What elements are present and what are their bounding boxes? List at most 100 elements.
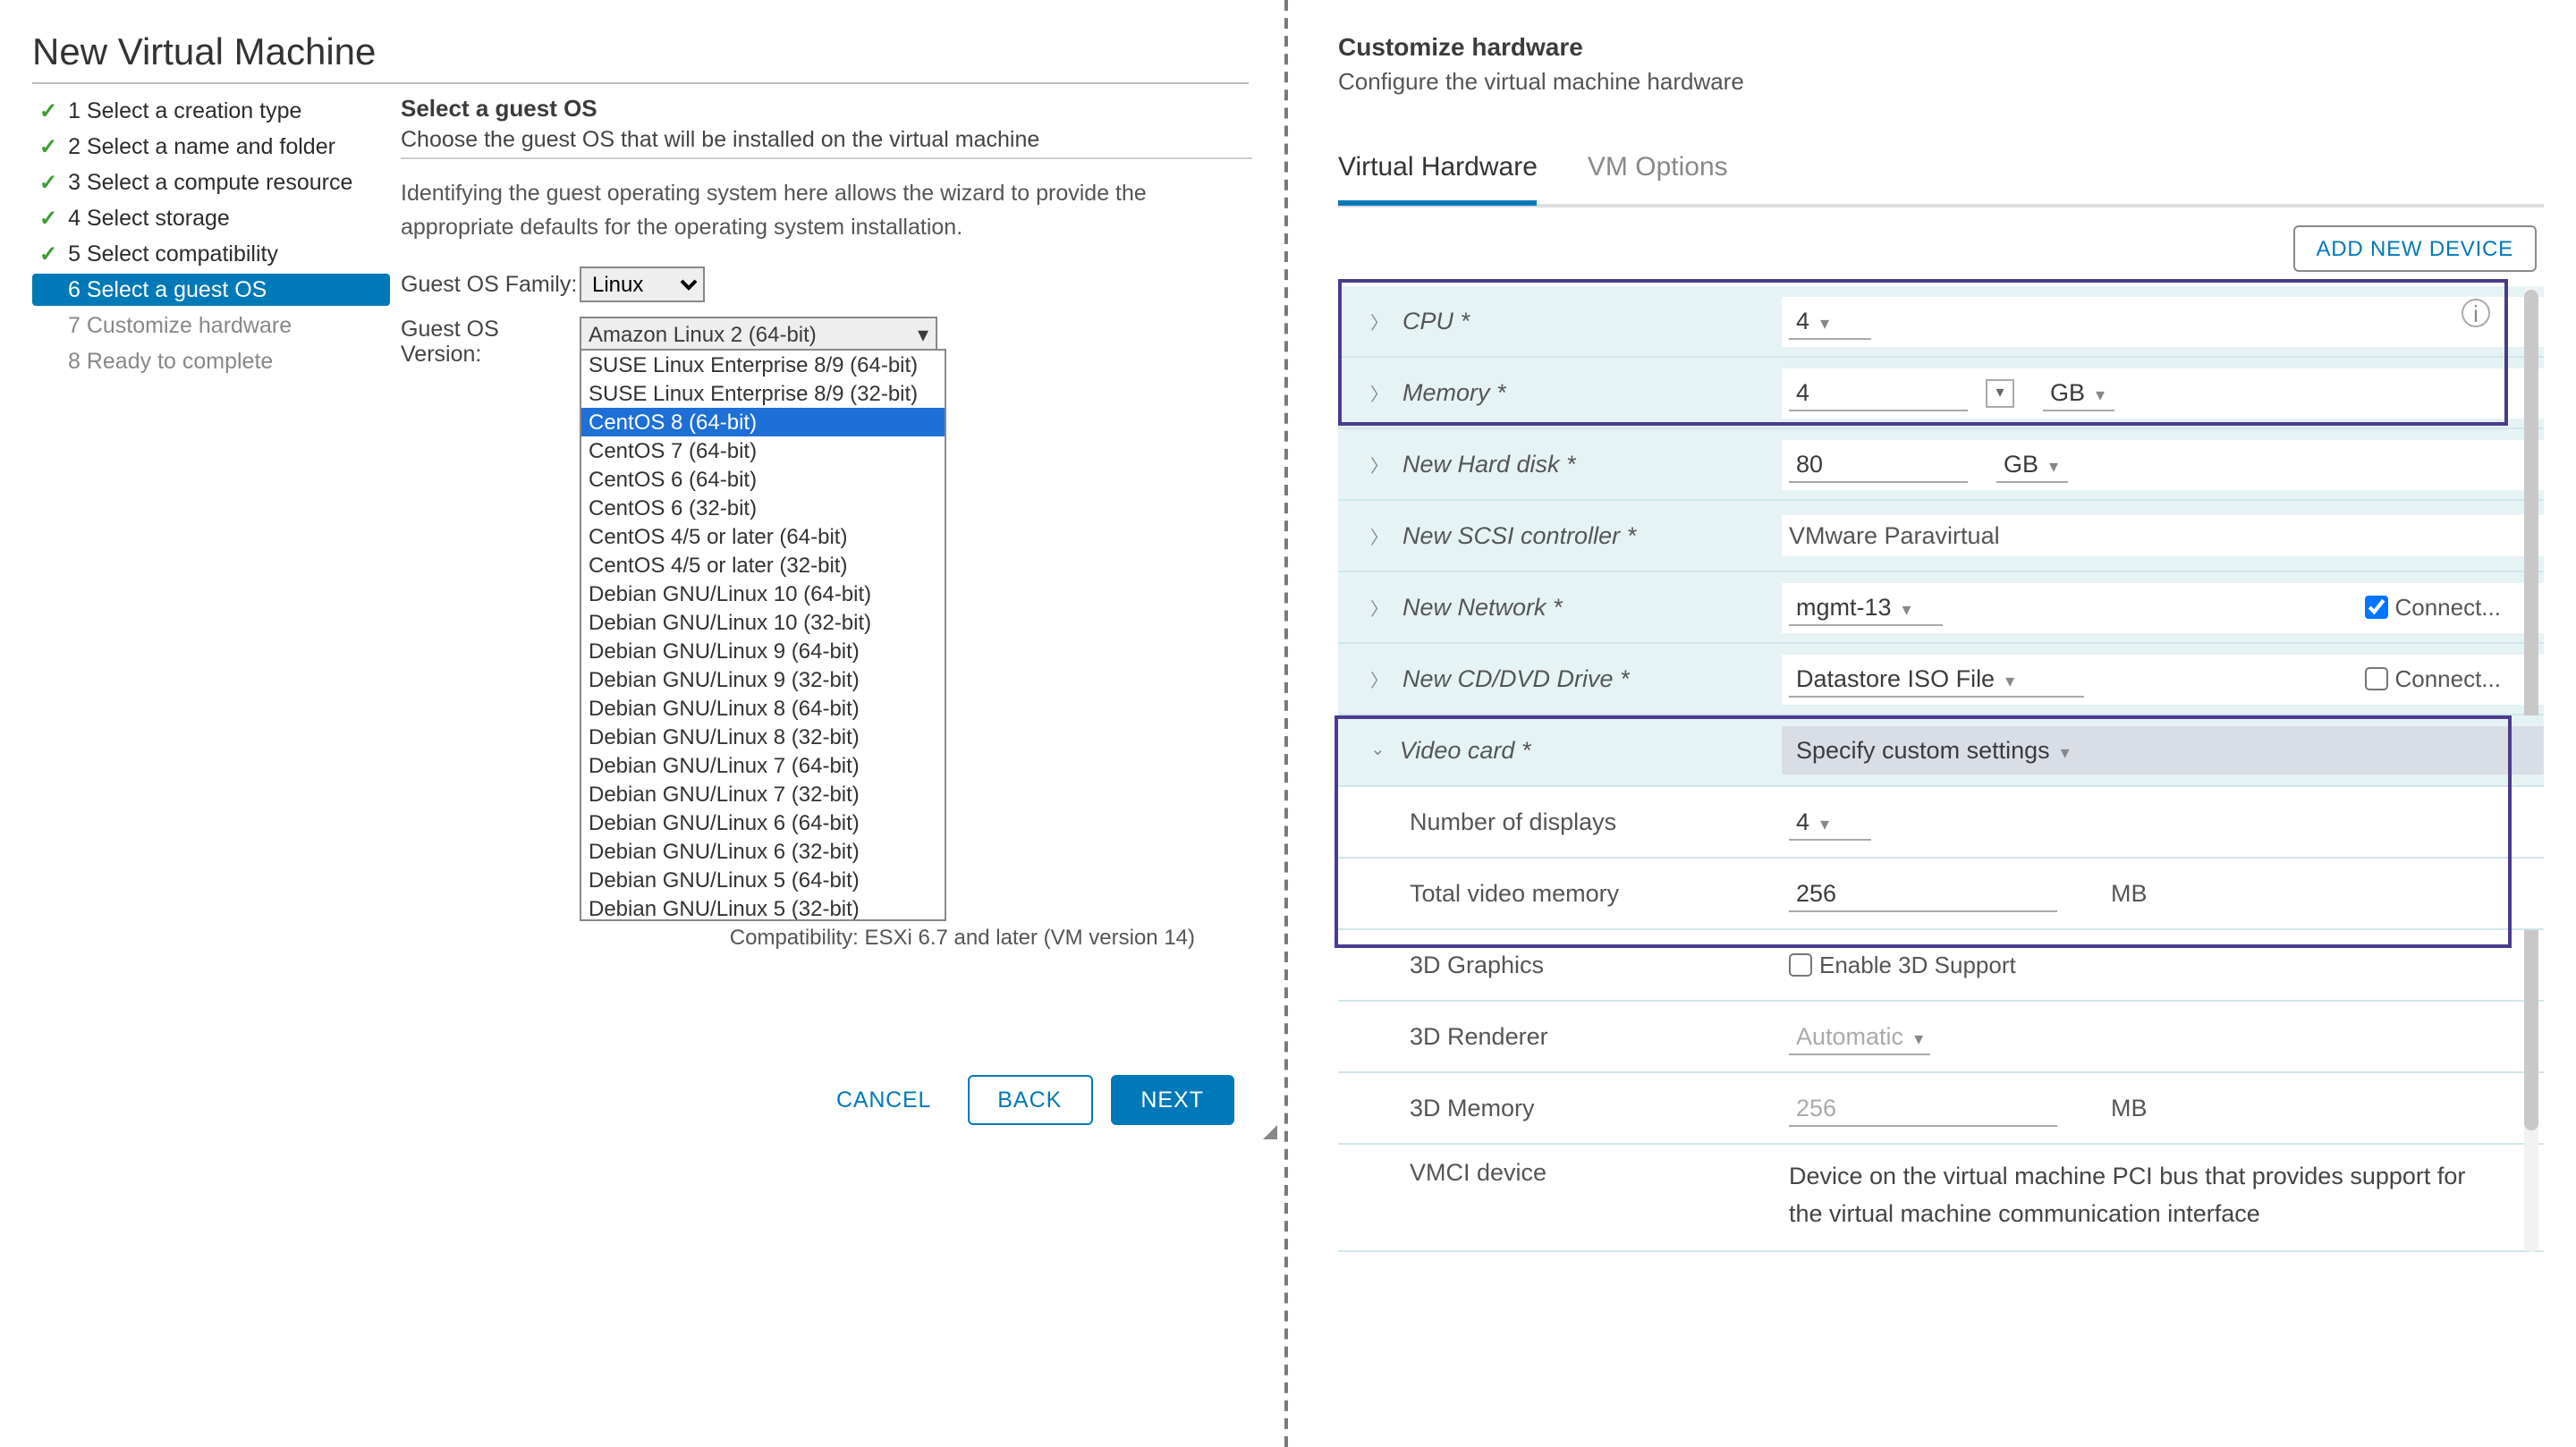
os-option[interactable]: Debian GNU/Linux 9 (64-bit)	[581, 636, 945, 664]
expand-icon[interactable]: 〉	[1370, 665, 1388, 692]
videomemory-label: Total video memory	[1410, 880, 1619, 907]
step-label: 8 Ready to complete	[68, 349, 273, 374]
wizard-title: New Virtual Machine	[32, 32, 1284, 75]
memory-input[interactable]: 4	[1789, 375, 1968, 410]
hardware-table: i 〉CPU * 4 〉Memory * 4 ▾ GB 〉New Har	[1338, 286, 2544, 1252]
scsi-label: New SCSI controller *	[1402, 522, 1636, 549]
os-option[interactable]: Debian GNU/Linux 8 (32-bit)	[581, 722, 945, 750]
tab-virtual-hardware[interactable]: Virtual Hardware	[1338, 141, 1538, 206]
wizard-content: Select a guest OS Choose the guest OS th…	[390, 95, 1284, 949]
expand-icon[interactable]: 〉	[1370, 522, 1388, 549]
check-icon: ✓	[39, 241, 57, 267]
os-option[interactable]: Debian GNU/Linux 6 (64-bit)	[581, 808, 945, 836]
step-label: 6 Select a guest OS	[68, 277, 267, 302]
os-option[interactable]: CentOS 8 (64-bit)	[581, 407, 945, 436]
row-3dmemory: 3D Memory 256 MB	[1338, 1073, 2544, 1145]
check-icon: ✓	[39, 206, 57, 231]
step-label: 5 Select compatibility	[68, 241, 278, 267]
add-new-device-button[interactable]: ADD NEW DEVICE	[2292, 225, 2537, 272]
vmci-desc: Device on the virtual machine PCI bus th…	[1789, 1152, 2537, 1241]
3dgraphics-label: 3D Graphics	[1410, 952, 1544, 978]
row-cpu: 〉CPU * 4	[1338, 286, 2544, 358]
divider	[32, 82, 1249, 84]
wizard-step-6[interactable]: 6 Select a guest OS	[32, 274, 390, 306]
videomemory-unit: MB	[2111, 880, 2148, 907]
wizard-step-2[interactable]: ✓2 Select a name and folder	[32, 131, 390, 163]
3dmemory-input[interactable]: 256	[1789, 1090, 2057, 1126]
harddisk-label: New Hard disk *	[1402, 451, 1576, 478]
resize-handle-icon[interactable]	[1263, 1125, 1277, 1139]
scsi-value: VMware Paravirtual	[1789, 522, 2000, 549]
network-select[interactable]: mgmt-13	[1789, 589, 1943, 625]
os-option[interactable]: CentOS 7 (64-bit)	[581, 436, 945, 464]
os-option[interactable]: Debian GNU/Linux 10 (64-bit)	[581, 579, 945, 607]
row-3drenderer: 3D Renderer Automatic	[1338, 1002, 2544, 1073]
row-network: 〉 New Network * mgmt-13 Connect...	[1338, 572, 2544, 644]
cancel-button[interactable]: CANCEL	[818, 1077, 949, 1123]
section-desc: Identifying the guest operating system h…	[401, 177, 1252, 244]
cddvd-connect-checkbox[interactable]: Connect...	[2364, 665, 2501, 692]
expand-icon[interactable]: 〉	[1370, 379, 1388, 406]
os-option[interactable]: Debian GNU/Linux 6 (32-bit)	[581, 836, 945, 865]
os-option[interactable]: Debian GNU/Linux 10 (32-bit)	[581, 607, 945, 636]
check-icon: ✓	[39, 170, 57, 195]
row-displays: Number of displays 4	[1338, 787, 2544, 859]
section-title: Select a guest OS	[401, 95, 1252, 122]
expand-icon[interactable]: 〉	[1370, 308, 1388, 334]
os-family-select[interactable]: Linux	[580, 266, 705, 301]
harddisk-input[interactable]: 80	[1789, 446, 1968, 482]
enable-3d-checkbox[interactable]: Enable 3D Support	[1789, 952, 2016, 978]
videocard-select[interactable]: Specify custom settings	[1789, 733, 2084, 767]
row-cddvd: 〉New CD/DVD Drive * Datastore ISO File C…	[1338, 644, 2544, 715]
memory-unit-select[interactable]: GB	[2043, 375, 2114, 410]
tabs: Virtual Hardware VM Options	[1338, 141, 2544, 206]
info-icon[interactable]: i	[2462, 299, 2490, 327]
chevron-down-icon: ▾	[918, 321, 928, 346]
displays-select[interactable]: 4	[1789, 804, 1871, 840]
os-option[interactable]: CentOS 4/5 or later (64-bit)	[581, 521, 945, 550]
os-option[interactable]: SUSE Linux Enterprise 8/9 (32-bit)	[581, 378, 945, 407]
row-videocard: ⌄ Video card * Specify custom settings	[1338, 715, 2544, 787]
os-option[interactable]: Debian GNU/Linux 5 (64-bit)	[581, 865, 945, 893]
os-version-select[interactable]: Amazon Linux 2 (64-bit) ▾	[580, 316, 937, 351]
os-option[interactable]: CentOS 4/5 or later (32-bit)	[581, 550, 945, 579]
next-button[interactable]: NEXT	[1110, 1075, 1234, 1125]
memory-stepper[interactable]: ▾	[1986, 378, 2014, 407]
expand-icon[interactable]: 〉	[1370, 451, 1388, 478]
videomemory-input[interactable]: 256	[1789, 876, 2057, 911]
wizard-step-1[interactable]: ✓1 Select a creation type	[32, 95, 390, 127]
os-option[interactable]: SUSE Linux Enterprise 8/9 (64-bit)	[581, 350, 945, 378]
step-label: 1 Select a creation type	[68, 98, 301, 123]
wizard-step-5[interactable]: ✓ 5 Select compatibility	[32, 238, 390, 270]
videocard-label: Video card *	[1400, 737, 1531, 764]
3drenderer-select[interactable]: Automatic	[1789, 1019, 1930, 1054]
customize-hardware-panel: Customize hardware Configure the virtual…	[1288, 0, 2576, 1447]
step-label: 4 Select storage	[68, 206, 230, 231]
wizard-step-7[interactable]: 7 Customize hardware	[32, 309, 390, 342]
cddvd-select[interactable]: Datastore ISO File	[1789, 661, 2084, 697]
cpu-select[interactable]: 4	[1789, 303, 1871, 339]
tab-vm-options[interactable]: VM Options	[1588, 141, 1728, 204]
step-label: 2 Select a name and folder	[68, 134, 335, 159]
wizard-step-8[interactable]: 8 Ready to complete	[32, 345, 390, 377]
os-option[interactable]: Debian GNU/Linux 7 (64-bit)	[581, 750, 945, 779]
collapse-icon[interactable]: ⌄	[1370, 740, 1385, 760]
memory-label: Memory *	[1402, 379, 1506, 406]
os-option[interactable]: Debian GNU/Linux 5 (32-bit)	[581, 893, 945, 920]
os-option[interactable]: Debian GNU/Linux 8 (64-bit)	[581, 693, 945, 722]
wizard-step-4[interactable]: ✓ 4 Select storage	[32, 202, 390, 234]
expand-icon[interactable]: 〉	[1370, 594, 1388, 621]
os-option[interactable]: Debian GNU/Linux 9 (32-bit)	[581, 664, 945, 693]
os-option[interactable]: CentOS 6 (64-bit)	[581, 464, 945, 493]
panel-title: Customize hardware	[1338, 32, 2544, 61]
wizard-step-3[interactable]: ✓3 Select a compute resource	[32, 166, 390, 199]
harddisk-unit-select[interactable]: GB	[1996, 446, 2068, 482]
os-version-options[interactable]: SUSE Linux Enterprise 8/9 (64-bit)SUSE L…	[580, 348, 946, 920]
wizard-footer: CANCEL BACK NEXT	[818, 1075, 1234, 1125]
back-button[interactable]: BACK	[967, 1075, 1092, 1125]
os-option[interactable]: CentOS 6 (32-bit)	[581, 493, 945, 521]
network-connect-checkbox[interactable]: Connect...	[2364, 594, 2501, 621]
scrollbar-thumb[interactable]	[2524, 290, 2538, 1130]
os-option[interactable]: Debian GNU/Linux 7 (32-bit)	[581, 779, 945, 808]
network-label: New Network *	[1402, 594, 1563, 621]
